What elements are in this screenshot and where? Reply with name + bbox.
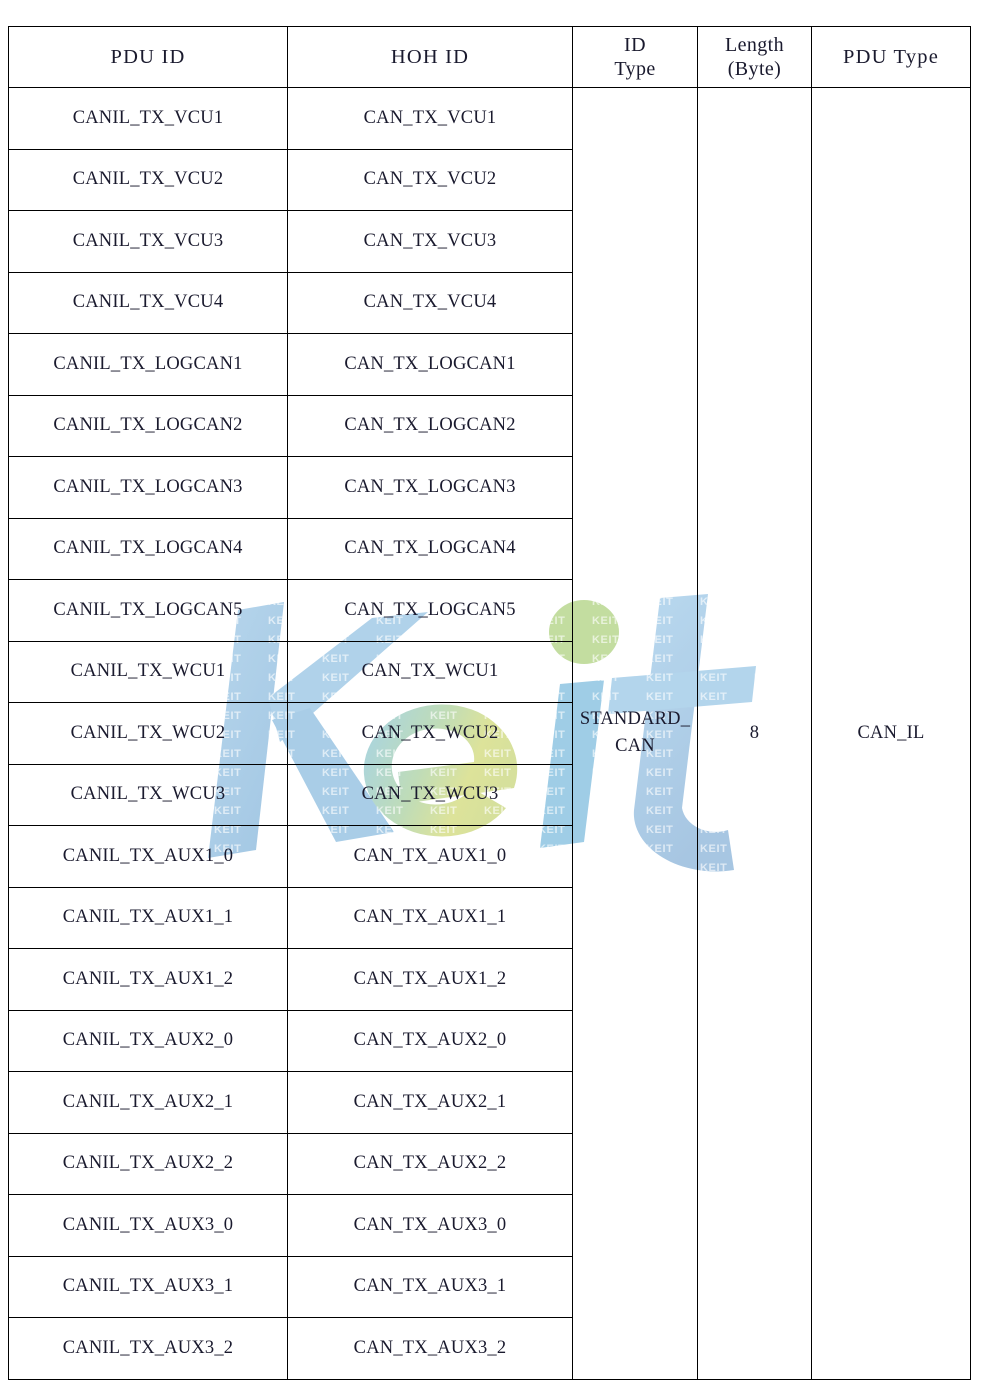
cell-hoh-id: CAN_TX_LOGCAN2 xyxy=(287,394,573,457)
cell-hoh-id: CAN_TX_WCU3 xyxy=(287,763,573,826)
column-header-pdu-type: PDU Type xyxy=(811,26,971,88)
cell-hoh-id: CAN_TX_AUX1_1 xyxy=(287,886,573,949)
column-header-id-type: ID Type xyxy=(572,26,698,88)
cell-hoh-id: CAN_TX_VCU3 xyxy=(287,210,573,273)
cell-hoh-id: CAN_TX_LOGCAN5 xyxy=(287,579,573,642)
cell-pdu-id: CANIL_TX_VCU2 xyxy=(8,148,288,211)
cell-hoh-id: CAN_TX_AUX1_2 xyxy=(287,948,573,1011)
cell-hoh-id: CAN_TX_AUX3_0 xyxy=(287,1194,573,1257)
cell-hoh-id: CAN_TX_AUX2_2 xyxy=(287,1132,573,1195)
pdu-table-container: PDU ID HOH ID ID Type Length (Byte) PDU … xyxy=(8,26,971,1380)
cell-pdu-id: CANIL_TX_AUX1_2 xyxy=(8,948,288,1011)
cell-pdu-id: CANIL_TX_WCU1 xyxy=(8,640,288,703)
cell-pdu-id: CANIL_TX_AUX1_0 xyxy=(8,825,288,888)
cell-hoh-id: CAN_TX_AUX3_2 xyxy=(287,1317,573,1380)
cell-pdu-id: CANIL_TX_AUX2_0 xyxy=(8,1009,288,1072)
cell-hoh-id: CAN_TX_VCU2 xyxy=(287,148,573,211)
cell-pdu-id: CANIL_TX_VCU1 xyxy=(8,87,288,150)
header-row: PDU ID HOH ID ID Type Length (Byte) PDU … xyxy=(8,26,971,88)
cell-pdu-id: CANIL_TX_AUX3_0 xyxy=(8,1194,288,1257)
column-header-length-line1: Length xyxy=(724,33,785,56)
cell-pdu-id: CANIL_TX_LOGCAN1 xyxy=(8,333,288,396)
cell-hoh-id: CAN_TX_AUX2_1 xyxy=(287,1071,573,1134)
cell-hoh-id: CAN_TX_LOGCAN4 xyxy=(287,517,573,580)
cell-pdu-id: CANIL_TX_AUX1_1 xyxy=(8,886,288,949)
table-body: CANIL_TX_VCU1 CAN_TX_VCU1 STANDARD_CAN 8 CAN… xyxy=(8,87,971,1380)
cell-pdu-id: CANIL_TX_LOGCAN2 xyxy=(8,394,288,457)
cell-pdu-id: CANIL_TX_VCU4 xyxy=(8,271,288,334)
cell-hoh-id: CAN_TX_WCU1 xyxy=(287,640,573,703)
cell-hoh-id: CAN_TX_WCU2 xyxy=(287,702,573,765)
column-header-length-line2: (Byte) xyxy=(727,58,782,80)
cell-pdu-id: CANIL_TX_WCU2 xyxy=(8,702,288,765)
cell-hoh-id: CAN_TX_AUX2_0 xyxy=(287,1009,573,1072)
cell-hoh-id: CAN_TX_LOGCAN3 xyxy=(287,456,573,519)
cell-pdu-id: CANIL_TX_VCU3 xyxy=(8,210,288,273)
cell-hoh-id: CAN_TX_VCU4 xyxy=(287,271,573,334)
cell-hoh-id: CAN_TX_AUX1_0 xyxy=(287,825,573,888)
cell-pdu-type: CAN_IL xyxy=(811,87,971,1380)
column-header-length: Length (Byte) xyxy=(697,26,812,88)
cell-hoh-id: CAN_TX_LOGCAN1 xyxy=(287,333,573,396)
cell-pdu-id: CANIL_TX_AUX3_2 xyxy=(8,1317,288,1380)
column-header-hoh-id: HOH ID xyxy=(287,26,573,88)
table-row: CANIL_TX_VCU1 CAN_TX_VCU1 STANDARD_CAN 8 CAN… xyxy=(8,87,971,1380)
pdu-table: PDU ID HOH ID ID Type Length (Byte) PDU … xyxy=(8,26,971,1380)
cell-pdu-id: CANIL_TX_LOGCAN3 xyxy=(8,456,288,519)
cell-hoh-id: CAN_TX_AUX3_1 xyxy=(287,1255,573,1318)
cell-pdu-id: CANIL_TX_LOGCAN5 xyxy=(8,579,288,642)
cell-pdu-id: CANIL_TX_WCU3 xyxy=(8,763,288,826)
cell-pdu-id: CANIL_TX_AUX3_1 xyxy=(8,1255,288,1318)
column-header-pdu-id: PDU ID xyxy=(8,26,288,88)
cell-id-type: STANDARD_CAN xyxy=(572,87,698,1380)
cell-hoh-id: CAN_TX_VCU1 xyxy=(287,87,573,150)
column-header-id-type-line1: ID xyxy=(624,33,646,56)
cell-pdu-id: CANIL_TX_AUX2_1 xyxy=(8,1071,288,1134)
cell-length: 8 xyxy=(697,87,812,1380)
column-header-id-type-line2: Type xyxy=(614,58,656,80)
cell-pdu-id: CANIL_TX_AUX2_2 xyxy=(8,1132,288,1195)
table-header: PDU ID HOH ID ID Type Length (Byte) PDU … xyxy=(8,26,971,88)
cell-pdu-id: CANIL_TX_LOGCAN4 xyxy=(8,517,288,580)
